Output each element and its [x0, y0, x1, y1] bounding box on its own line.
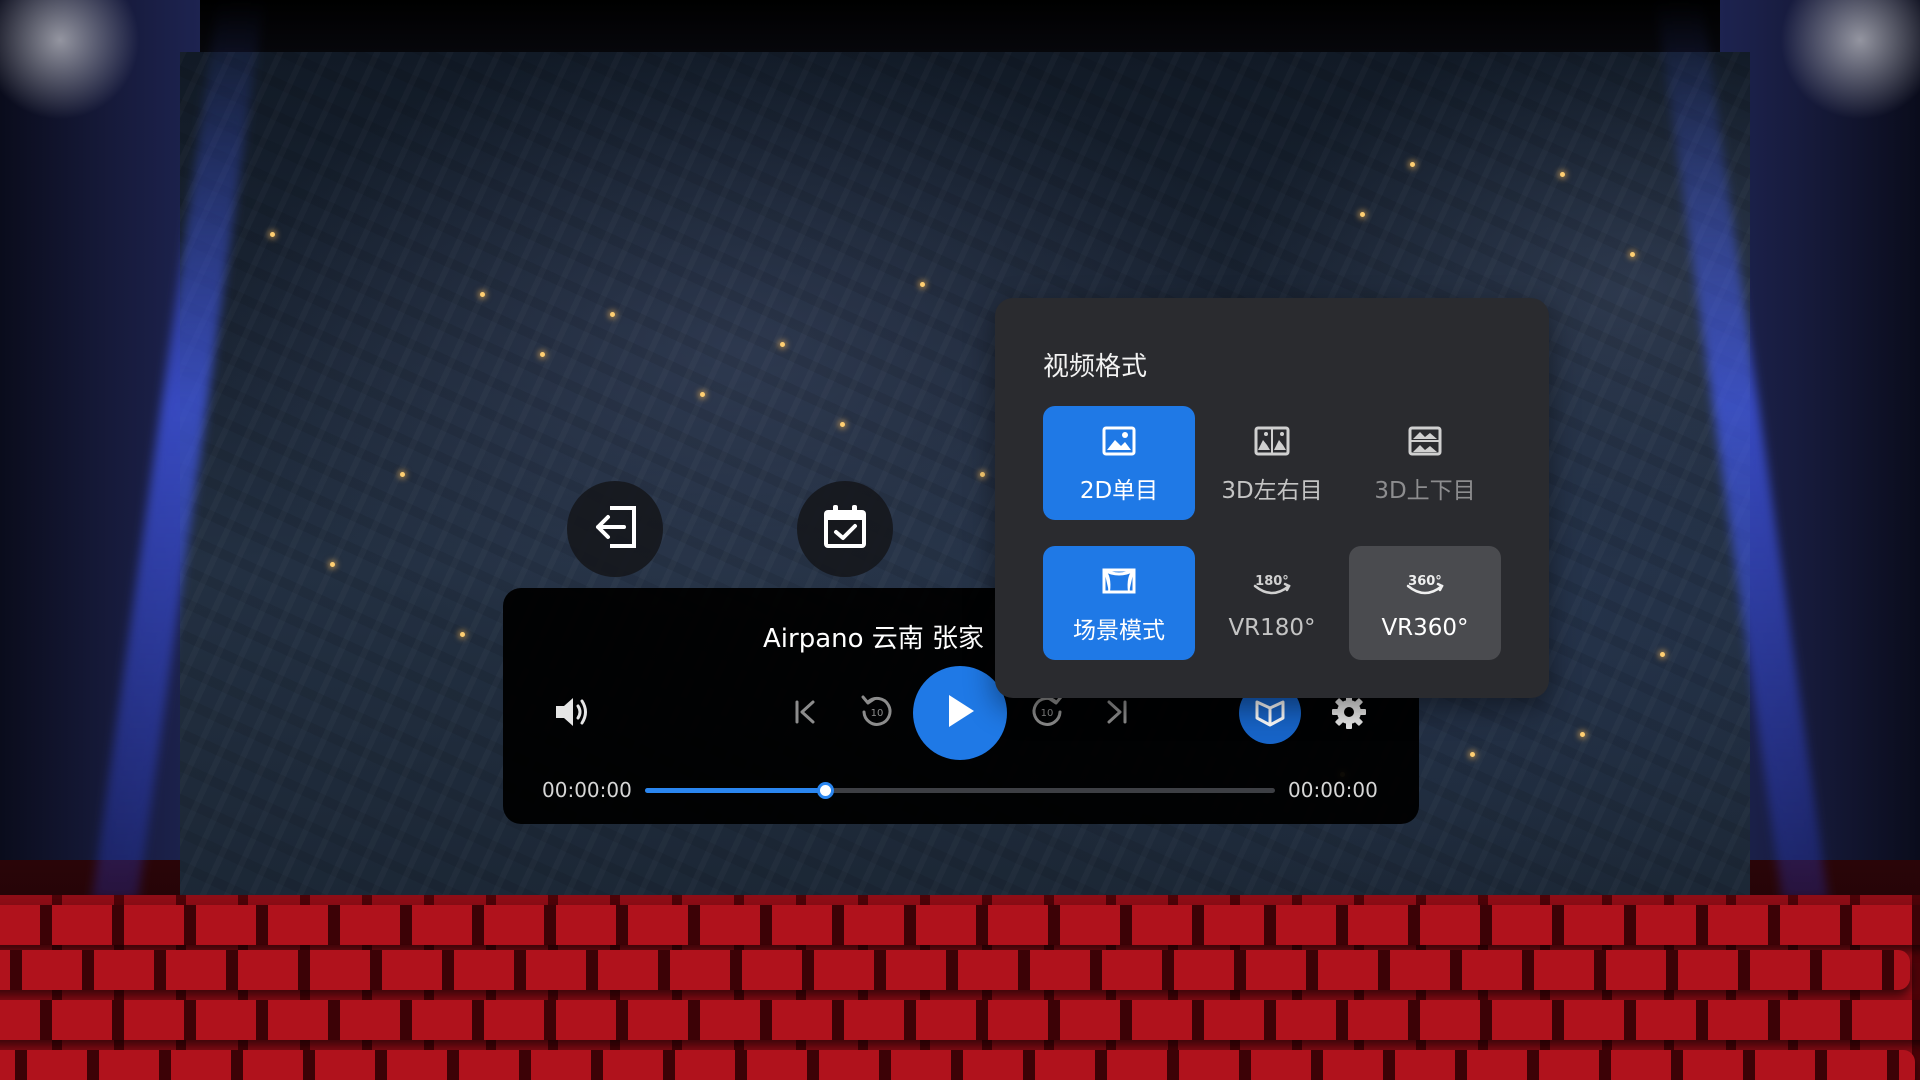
format-option-label: 2D单目: [1079, 478, 1159, 504]
schedule-button[interactable]: [797, 481, 893, 577]
play-icon: [943, 692, 977, 734]
town-light: [1580, 732, 1585, 737]
svg-text:180°: 180°: [1255, 574, 1289, 589]
seat-row: [0, 905, 1920, 945]
theater-screen-icon: [1101, 561, 1137, 601]
vr360-icon: 360°: [1403, 565, 1447, 605]
format-option-3d-top-bottom[interactable]: 3D上下目: [1349, 406, 1501, 520]
town-light: [1660, 652, 1665, 657]
town-light: [920, 282, 925, 287]
town-light: [1630, 252, 1635, 257]
exit-icon: [590, 504, 640, 554]
theater-ceiling: [0, 0, 1920, 60]
vr180-icon: 180°: [1250, 565, 1294, 605]
progress-handle[interactable]: [816, 782, 834, 799]
town-light: [270, 232, 275, 237]
town-light: [700, 392, 705, 397]
format-option-vr180[interactable]: 180° VR180°: [1196, 546, 1348, 660]
town-light: [780, 342, 785, 347]
svg-text:10: 10: [871, 708, 884, 719]
format-option-3d-side-by-side[interactable]: 3D左右目: [1196, 406, 1348, 520]
gear-icon: [1331, 694, 1367, 734]
theater-seats: [0, 895, 1920, 1080]
town-light: [980, 472, 985, 477]
town-light: [400, 472, 405, 477]
theater-scene: [0, 0, 1920, 1080]
town-light: [480, 292, 485, 297]
forward-10-icon: 10: [1029, 693, 1065, 733]
replay-10-icon: 10: [859, 693, 895, 733]
town-light: [460, 632, 465, 637]
side-by-side-image-icon: [1254, 421, 1290, 461]
current-time: 00:00:00: [542, 778, 632, 802]
top-bottom-image-icon: [1408, 421, 1442, 461]
skip-previous-icon: [793, 699, 817, 729]
town-light: [610, 312, 615, 317]
total-time: 00:00:00: [1288, 778, 1378, 802]
town-light: [840, 422, 845, 427]
calendar-check-icon: [821, 503, 869, 555]
skip-next-icon: [1105, 699, 1129, 729]
format-menu-title: 视频格式: [1043, 352, 1148, 382]
format-option-vr360[interactable]: 360° VR360°: [1349, 546, 1501, 660]
town-light: [1410, 162, 1415, 167]
video-format-menu: 视频格式 2D单目 3D左右目 3D上下目 场景模式 180° VR180° 3…: [995, 298, 1549, 698]
exit-button[interactable]: [567, 481, 663, 577]
rewind-10-button[interactable]: 10: [853, 688, 901, 738]
format-option-label: 3D左右目: [1221, 478, 1323, 504]
town-light: [1470, 752, 1475, 757]
seat-row: [0, 950, 1910, 990]
previous-button[interactable]: [785, 692, 825, 736]
seat-row: [0, 1050, 1915, 1080]
town-light: [1560, 172, 1565, 177]
seat-row: [0, 1000, 1920, 1040]
town-light: [1360, 212, 1365, 217]
town-light: [330, 562, 335, 567]
format-option-label: 3D上下目: [1374, 478, 1476, 504]
svg-text:10: 10: [1041, 708, 1054, 719]
next-button[interactable]: [1097, 692, 1137, 736]
format-option-scene-mode[interactable]: 场景模式: [1043, 546, 1195, 660]
volume-icon: [554, 695, 592, 733]
volume-button[interactable]: [551, 692, 595, 736]
town-light: [540, 352, 545, 357]
video-format-icon: [1253, 694, 1287, 732]
play-button[interactable]: [913, 666, 1007, 760]
format-option-label: 场景模式: [1073, 618, 1165, 644]
format-option-2d[interactable]: 2D单目: [1043, 406, 1195, 520]
image-icon: [1102, 421, 1136, 461]
format-option-label: VR360°: [1381, 615, 1469, 641]
progress-bar[interactable]: [645, 782, 1275, 799]
svg-text:360°: 360°: [1408, 574, 1442, 589]
progress-fill: [645, 788, 825, 793]
format-option-label: VR180°: [1228, 615, 1316, 641]
